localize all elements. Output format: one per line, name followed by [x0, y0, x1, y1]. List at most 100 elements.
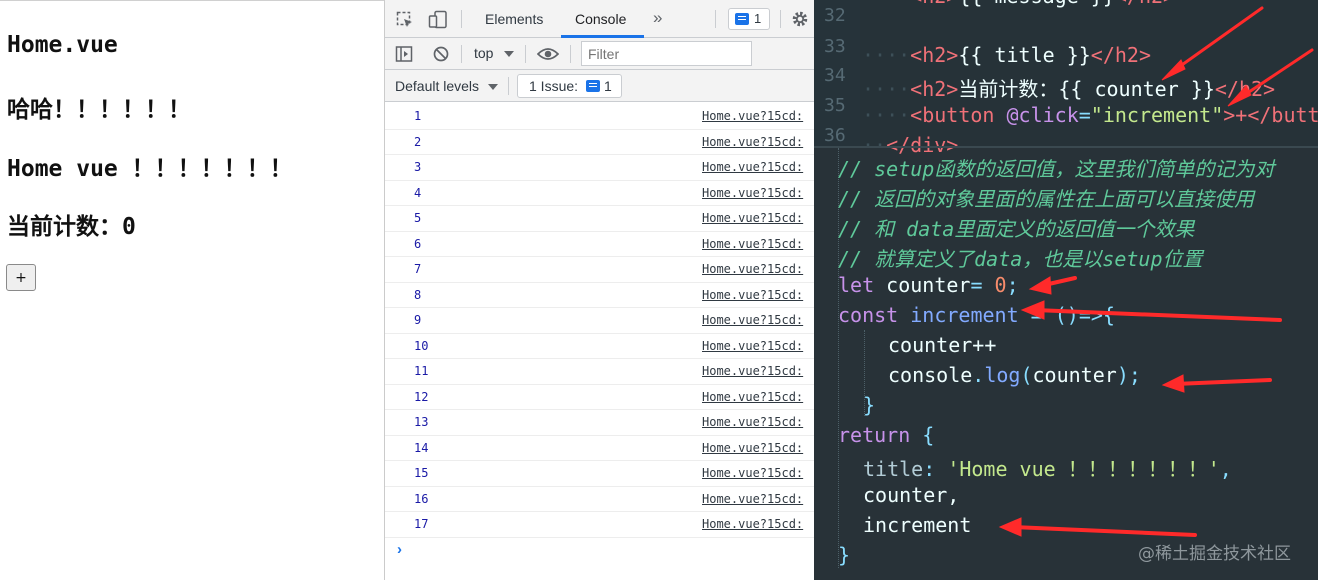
log-value: 9 [414, 313, 422, 327]
console-log-row: 16 Home.vue?15cd: [385, 487, 814, 512]
code-line-counter: ····<h2>当前计数：{{ counter }}</h2> [862, 77, 1276, 101]
log-source-link[interactable]: Home.vue?15cd: [702, 441, 803, 455]
watermark: @稀土掘金技术社区 [1138, 544, 1291, 564]
code-line-button: ····<button @click="increment">+</butt [862, 103, 1318, 127]
toolbar-separator [570, 45, 571, 63]
filter-input[interactable] [581, 41, 752, 66]
code-line-counter-increment: counter++ [888, 333, 997, 357]
heading-home-vue: Home.vue [7, 32, 118, 58]
log-source-link[interactable]: Home.vue?15cd: [702, 313, 803, 327]
console-log-row: 7 Home.vue?15cd: [385, 257, 814, 283]
levels-select[interactable]: Default levels [395, 78, 479, 94]
line-number: 32 [824, 5, 846, 26]
issues-badge[interactable]: 1 [728, 8, 770, 30]
inspect-element-icon[interactable] [396, 11, 414, 29]
log-value: 3 [414, 160, 422, 174]
line-number: 33 [824, 36, 846, 57]
log-source-link[interactable]: Home.vue?15cd: [702, 415, 803, 429]
issues-badge-count: 1 [754, 11, 762, 26]
code-line-increment-prop: increment [863, 513, 972, 537]
code-line-let-counter: let counter= 0; [838, 273, 1019, 297]
increment-button[interactable]: + [6, 264, 36, 291]
log-source-link[interactable]: Home.vue?15cd: [702, 288, 803, 302]
toolbar-separator [525, 45, 526, 63]
log-value: 4 [414, 185, 422, 200]
log-value: 8 [414, 287, 422, 302]
devtools-panel: Elements Console » 1 top Filter Default … [384, 0, 814, 580]
clear-console-icon[interactable] [432, 45, 450, 63]
issues-button[interactable]: 1 Issue: 1 [517, 74, 622, 98]
code-line-title-prop: title: 'Home vue ！！！！！！！', [863, 457, 1232, 481]
code-line-close-brace: } [863, 393, 876, 417]
toolbar-separator [461, 45, 462, 63]
log-value: 17 [414, 517, 429, 531]
toolbar-separator [508, 77, 509, 95]
sidebar-toggle-icon[interactable] [395, 45, 413, 63]
log-value: 7 [414, 262, 422, 276]
console-log-row: 12 Home.vue?15cd: [385, 385, 814, 410]
toolbar-separator [780, 10, 781, 28]
log-source-link[interactable]: Home.vue?15cd: [702, 466, 803, 480]
console-log-row: 8 Home.vue?15cd: [385, 283, 814, 308]
code-line-return: return { [838, 423, 935, 447]
more-tabs-icon[interactable]: » [653, 8, 662, 28]
log-value: 15 [414, 466, 429, 480]
log-source-link[interactable]: Home.vue?15cd: [702, 364, 803, 378]
heading-title: Home vue ！！！！！！！ [7, 156, 293, 182]
device-toolbar-icon[interactable] [428, 10, 448, 30]
console-prompt[interactable]: › [397, 541, 402, 558]
console-log-list: 1 Home.vue?15cd: 2 Home.vue?15cd: 3 Home.vue?… [385, 104, 814, 538]
log-value: 11 [414, 364, 429, 378]
console-log-row: 2 Home.vue?15cd: [385, 130, 814, 155]
console-log-row: 4 Home.vue?15cd: [385, 181, 814, 206]
comment-line: // 返回的对象里面的属性在上面可以直接使用 [838, 187, 1255, 211]
log-value: 13 [414, 415, 429, 429]
log-source-link[interactable]: Home.vue?15cd: [702, 492, 803, 506]
log-source-link[interactable]: Home.vue?15cd: [702, 135, 803, 149]
log-value: 14 [414, 440, 429, 455]
code-line-counter-prop: counter, [863, 483, 960, 507]
console-log-row: 13 Home.vue?15cd: [385, 410, 814, 436]
line-number: 35 [824, 95, 846, 116]
log-source-link[interactable]: Home.vue?15cd: [702, 339, 803, 353]
line-number: 36 [824, 125, 846, 146]
log-source-link[interactable]: Home.vue?15cd: [702, 517, 803, 531]
log-source-link[interactable]: Home.vue?15cd: [702, 390, 803, 404]
log-value: 12 [414, 389, 429, 404]
eye-icon[interactable] [537, 45, 559, 63]
context-select[interactable]: top [474, 45, 493, 61]
console-log-row: 9 Home.vue?15cd: [385, 308, 814, 334]
toolbar-separator [715, 10, 716, 28]
comment-line: // 和 data里面定义的返回值一个效果 [838, 217, 1195, 241]
log-value: 1 [414, 109, 422, 123]
chevron-down-icon [504, 51, 514, 57]
rendered-page: Home.vue 哈哈！！！！！！ Home vue ！！！！！！！ 当前计数：… [0, 0, 384, 580]
comment-line: // setup函数的返回值，这里我们简单的记为对 [838, 157, 1275, 181]
log-value: 2 [414, 134, 422, 149]
message-icon [586, 80, 600, 92]
log-source-link[interactable]: Home.vue?15cd: [702, 160, 803, 174]
chevron-down-icon [488, 84, 498, 90]
log-value: 6 [414, 236, 422, 251]
devtools-tab-bar: Elements Console » 1 [385, 0, 814, 38]
log-source-link[interactable]: Home.vue?15cd: [702, 186, 803, 200]
gear-icon[interactable] [791, 10, 809, 28]
tab-console[interactable]: Console [575, 11, 626, 27]
code-line-message: ····<h2>{{ message }}</h2> [862, 0, 1175, 8]
toolbar-separator [461, 10, 462, 28]
template-pane: 32 33 34 35 36 ····<h2>{{ message }}</h2… [814, 0, 1318, 157]
log-source-link[interactable]: Home.vue?15cd: [702, 211, 803, 225]
log-source-link[interactable]: Home.vue?15cd: [702, 237, 803, 251]
message-icon [735, 13, 749, 25]
tab-elements[interactable]: Elements [485, 11, 543, 27]
console-log-row: 5 Home.vue?15cd: [385, 206, 814, 232]
heading-message: 哈哈！！！！！！ [7, 97, 191, 123]
log-value: 5 [414, 211, 422, 225]
log-value: 16 [414, 491, 429, 506]
log-source-link[interactable]: Home.vue?15cd: [702, 262, 803, 276]
console-log-row: 11 Home.vue?15cd: [385, 359, 814, 385]
log-source-link[interactable]: Home.vue?15cd: [702, 109, 803, 123]
console-log-row: 15 Home.vue?15cd: [385, 461, 814, 487]
console-log-row: 10 Home.vue?15cd: [385, 334, 814, 359]
console-log-row: 1 Home.vue?15cd: [385, 104, 814, 130]
